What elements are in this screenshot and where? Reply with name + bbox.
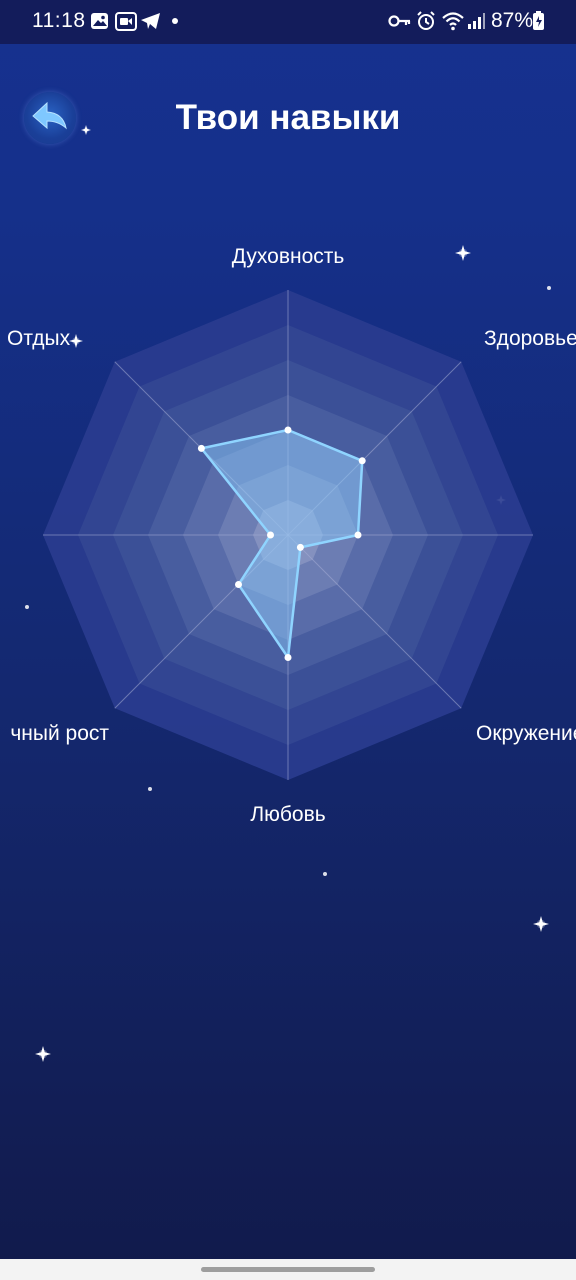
skill-point — [235, 581, 242, 588]
navigation-bar — [0, 1259, 576, 1280]
skill-point — [267, 531, 274, 539]
skill-point — [284, 426, 292, 434]
axis-label: чный рост — [10, 722, 109, 745]
skill-point — [284, 654, 292, 661]
axis-label: Здоровье — [484, 327, 576, 350]
axis-label: Окружение — [476, 722, 576, 745]
skill-point — [296, 543, 304, 551]
skill-point — [354, 531, 362, 539]
skill-point — [358, 457, 366, 465]
skill-point — [197, 444, 205, 452]
home-handle[interactable] — [201, 1267, 375, 1272]
axis-label: Духовность — [232, 245, 345, 268]
axis-label: Любовь — [250, 803, 325, 826]
skills-radar-chart: Духовность Здоровье Окружение Любовь чный ро… — [7, 245, 576, 826]
axis-label: Отдых — [7, 327, 71, 350]
screen: 11:18 87% Твои навыки Духовность Здоровь… — [0, 0, 576, 1280]
